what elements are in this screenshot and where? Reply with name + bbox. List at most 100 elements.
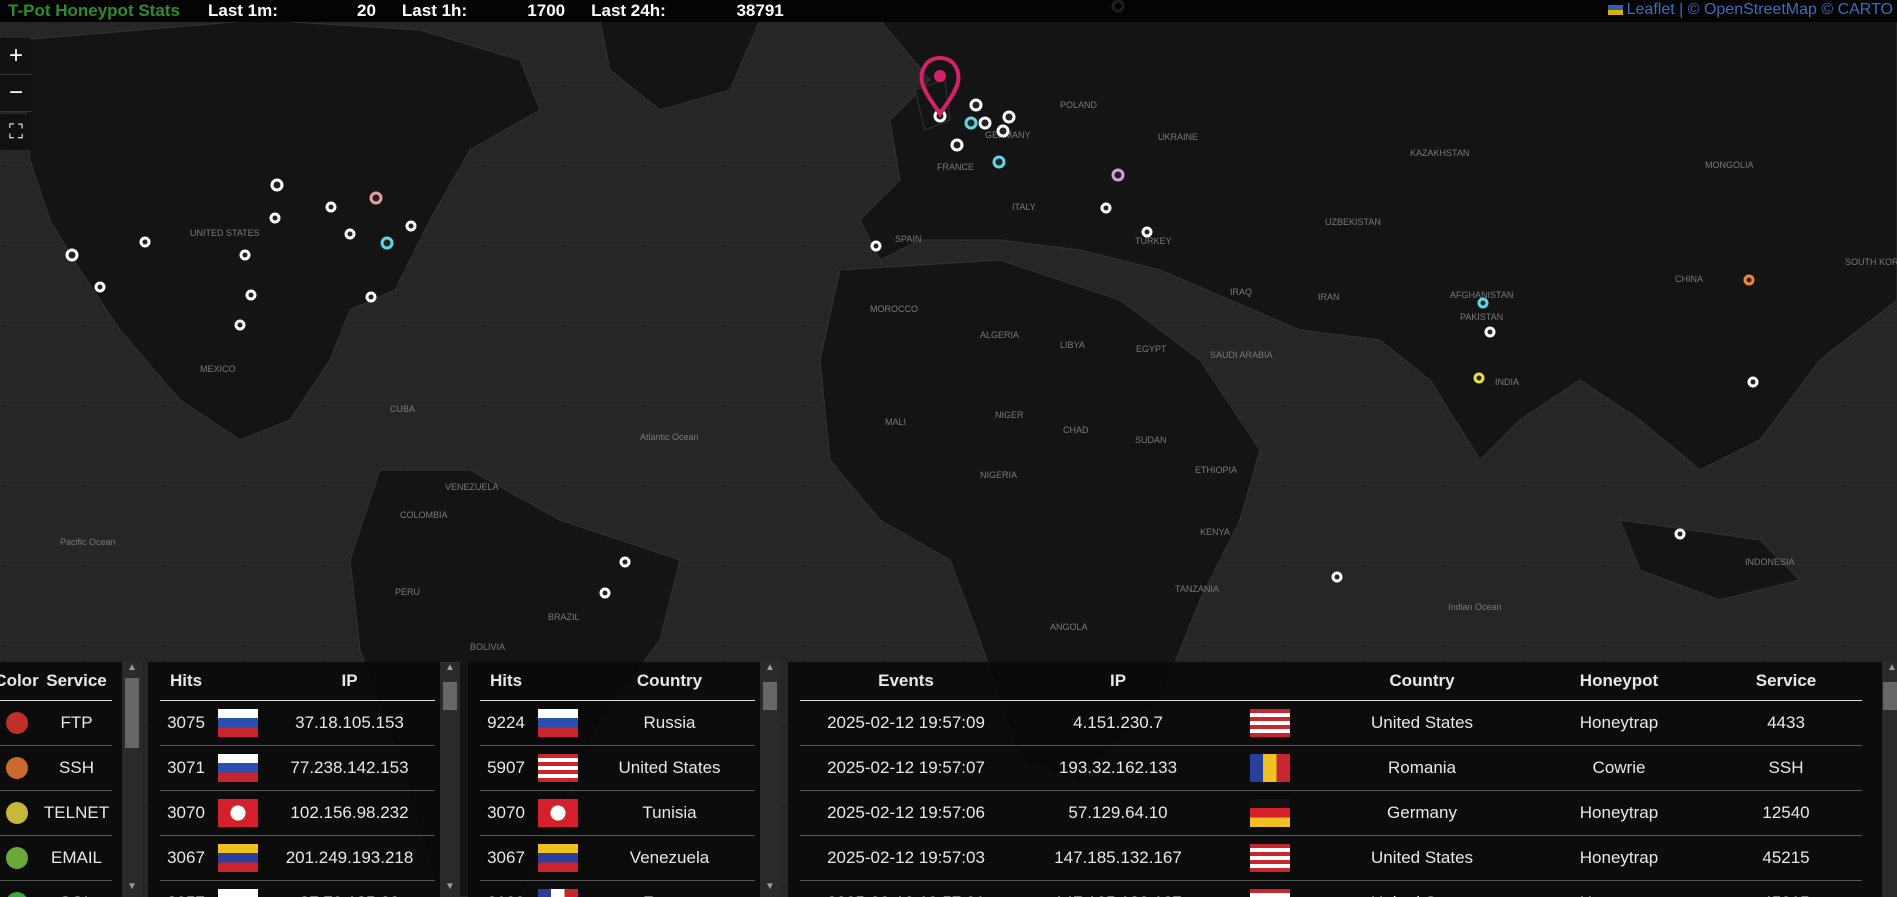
service-color-dot: [5, 847, 28, 869]
ip-cell[interactable]: 102.156.98.232: [264, 790, 435, 836]
map-label: EGYPT: [1136, 344, 1167, 354]
attack-marker: [1331, 571, 1343, 583]
attack-marker: [239, 249, 251, 261]
map-attribution[interactable]: Leaflet | © OpenStreetMap © CARTO: [1607, 1, 1893, 19]
event-country-cell: United States: [1316, 700, 1528, 746]
table-row[interactable]: 3067 Venezuela: [480, 835, 755, 881]
attack-marker: [950, 138, 964, 152]
attack-marker: [1141, 226, 1153, 238]
hits-cell: 3070: [160, 790, 212, 836]
table-row[interactable]: 3070 102.156.98.232: [160, 790, 435, 836]
map-label: PERU: [395, 587, 420, 597]
ips-header-hits: Hits: [160, 662, 212, 701]
attack-marker-cyan: [1477, 297, 1489, 309]
top-countries-scrollbar[interactable]: ▲ ▼: [760, 662, 780, 897]
map-label: ITALY: [1012, 202, 1036, 212]
event-ip-cell[interactable]: 4.151.230.7: [1012, 700, 1224, 746]
legend-row: SSH: [0, 745, 112, 791]
event-honeypot-cell: Honeytrap: [1528, 790, 1710, 836]
ip-cell[interactable]: 37.18.105.153: [264, 700, 435, 746]
events-header-service: Service: [1710, 662, 1862, 701]
country-cell[interactable]: United States: [584, 745, 755, 791]
usa-flag-icon: [538, 754, 578, 782]
country-cell[interactable]: Russia: [584, 700, 755, 746]
map-label: ALGERIA: [980, 330, 1019, 340]
table-row[interactable]: 3067 201.249.193.218: [160, 835, 435, 881]
hits-cell: 3070: [480, 790, 532, 836]
russia-flag-icon: [218, 889, 258, 897]
table-row[interactable]: 2025-02-12 19:57:07 193.32.162.133 Roman…: [800, 745, 1862, 791]
table-row[interactable]: 3057 37.79.135.66: [160, 880, 435, 897]
last-1m-value: 20: [357, 1, 376, 20]
last-1h-value: 1700: [527, 1, 566, 20]
table-row[interactable]: 2025-02-12 19:57:03 147.185.132.167 Unit…: [800, 835, 1862, 881]
table-row[interactable]: 2025-02-12 19:57:01 147.185.132.167 Unit…: [800, 880, 1862, 897]
top-countries-panel: Hits Country 9224 Russia 5907 United States…: [468, 662, 780, 897]
top-ips-panel: Hits IP 3075 37.18.105.153 3071 77.238.142.…: [148, 662, 460, 897]
event-ip-cell[interactable]: 147.185.132.167: [1012, 835, 1224, 881]
legend-row: TELNET: [0, 790, 112, 836]
table-row[interactable]: 3070 Tunisia: [480, 790, 755, 836]
table-row[interactable]: 9224 Russia: [480, 700, 755, 746]
legend-row: EMAIL: [0, 835, 112, 881]
legend-service-label: TELNET: [41, 790, 112, 836]
last-24h-label: Last 24h:: [591, 1, 666, 20]
map-label: SAUDI ARABIA: [1210, 350, 1273, 360]
map-label: PAKISTAN: [1460, 312, 1503, 322]
map-label: INDONESIA: [1745, 557, 1795, 567]
ip-cell[interactable]: 77.238.142.153: [264, 745, 435, 791]
romania-flag-icon: [1250, 754, 1290, 782]
map-label: SPAIN: [895, 234, 921, 244]
event-country-cell: Germany: [1316, 790, 1528, 836]
fullscreen-button[interactable]: ⛶: [0, 114, 32, 150]
event-ip-cell[interactable]: 57.129.64.10: [1012, 790, 1224, 836]
zoom-out-button[interactable]: −: [0, 75, 32, 112]
zoom-in-button[interactable]: +: [0, 38, 32, 75]
legend-header-color: Color: [0, 662, 41, 701]
map-label: Indian Ocean: [1448, 602, 1502, 612]
ukraine-flag-icon: [1607, 4, 1623, 15]
map-label: NIGER: [995, 410, 1024, 420]
events-scrollbar[interactable]: ▲: [1882, 662, 1897, 897]
event-time-cell: 2025-02-12 19:57:07: [800, 745, 1012, 791]
country-cell[interactable]: Tunisia: [584, 790, 755, 836]
table-row[interactable]: 3075 37.18.105.153: [160, 700, 435, 746]
event-country-cell: Romania: [1316, 745, 1528, 791]
map-label: LIBYA: [1060, 340, 1085, 350]
map-label: VENEZUELA: [445, 482, 499, 492]
event-service-cell: 45215: [1710, 880, 1862, 897]
russia-flag-icon: [218, 709, 258, 737]
attack-marker: [870, 240, 882, 252]
attack-marker: [365, 291, 377, 303]
attack-marker: [270, 178, 284, 192]
attack-marker: [619, 556, 631, 568]
countries-header-country: Country: [584, 662, 755, 701]
top-ips-scrollbar[interactable]: ▲ ▼: [440, 662, 460, 897]
map-label: CUBA: [390, 404, 415, 414]
legend-scrollbar[interactable]: ▲ ▼: [122, 662, 142, 897]
live-events-panel: Events IP Country Honeypot Service 2025-…: [788, 662, 1897, 897]
legend-service-label: EMAIL: [41, 835, 112, 881]
table-row[interactable]: 3071 77.238.142.153: [160, 745, 435, 791]
event-ip-cell[interactable]: 193.32.162.133: [1012, 745, 1224, 791]
country-cell[interactable]: Venezuela: [584, 835, 755, 881]
table-row[interactable]: 5907 United States: [480, 745, 755, 791]
attack-marker: [1002, 110, 1016, 124]
ip-cell[interactable]: 37.79.135.66: [264, 880, 435, 897]
attack-marker: [325, 201, 337, 213]
map-label: IRAN: [1318, 292, 1340, 302]
map-label: CHAD: [1063, 425, 1089, 435]
table-row[interactable]: 2025-02-12 19:57:09 4.151.230.7 United S…: [800, 700, 1862, 746]
zoom-control: + −: [0, 38, 32, 112]
attack-marker: [65, 248, 79, 262]
events-header-honeypot: Honeypot: [1528, 662, 1710, 701]
ip-cell[interactable]: 201.249.193.218: [264, 835, 435, 881]
attack-marker-orange: [1743, 274, 1755, 286]
event-ip-cell[interactable]: 147.185.132.167: [1012, 880, 1224, 897]
country-cell[interactable]: France: [584, 880, 755, 897]
table-row[interactable]: 2109 France: [480, 880, 755, 897]
table-row[interactable]: 2025-02-12 19:57:06 57.129.64.10 Germany…: [800, 790, 1862, 836]
hits-cell: 3075: [160, 700, 212, 746]
map-label: MEXICO: [200, 364, 236, 374]
event-time-cell: 2025-02-12 19:57:06: [800, 790, 1012, 836]
